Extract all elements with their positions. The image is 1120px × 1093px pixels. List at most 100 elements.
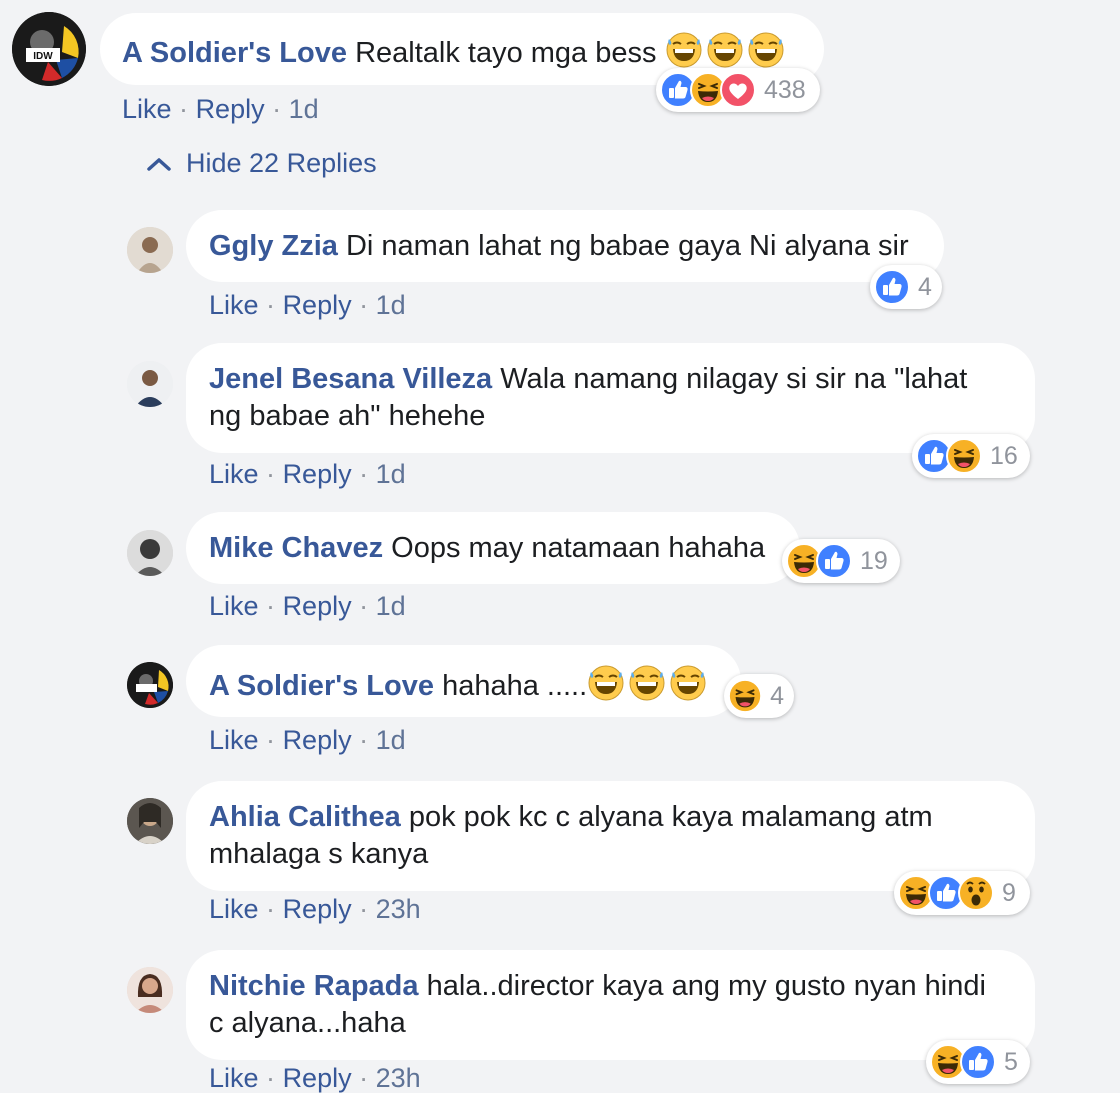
reply-author[interactable]: A Soldier's Love (209, 670, 434, 702)
reply-link[interactable]: Reply (283, 459, 352, 489)
like-link[interactable]: Like (209, 725, 259, 755)
reply-link[interactable]: Reply (283, 725, 352, 755)
timestamp[interactable]: 23h (376, 1063, 421, 1093)
reply-line: Jenel Besana Villeza Wala namang nilagay… (209, 361, 1035, 398)
reply-author[interactable]: Nitchie Rapada (209, 970, 419, 1002)
avatar[interactable]: IDW (12, 12, 86, 86)
reaction-count: 9 (1002, 878, 1016, 907)
like-link[interactable]: Like (209, 591, 259, 621)
separator: · (359, 591, 369, 621)
reaction-summary[interactable]: 9 (894, 871, 1030, 915)
reply-text-continued: ng babae ah" hehehe (209, 400, 486, 432)
avatar[interactable] (127, 530, 173, 576)
like-link[interactable]: Like (122, 94, 172, 124)
reaction-count: 16 (990, 441, 1018, 470)
like-link[interactable]: Like (209, 894, 259, 924)
reply-line: Nitchie Rapada hala..director kaya ang m… (209, 968, 1035, 1005)
separator: · (266, 290, 276, 320)
separator: · (266, 591, 276, 621)
reaction-count: 4 (918, 272, 932, 301)
reply-actions: Like · Reply · 1d (209, 591, 406, 621)
like-link[interactable]: Like (209, 459, 259, 489)
avatar-image (127, 798, 173, 844)
reply-link[interactable]: Reply (283, 290, 352, 320)
reaction-count: 4 (770, 681, 784, 710)
grinning-sweat-emoji (665, 30, 703, 68)
reply-link[interactable]: Reply (196, 94, 265, 124)
timestamp[interactable]: 1d (376, 459, 406, 489)
separator: · (266, 1063, 276, 1093)
like-link[interactable]: Like (209, 290, 259, 320)
avatar[interactable] (127, 798, 173, 844)
avatar-image (127, 662, 173, 708)
reply-text-continued: c alyana...haha (209, 1007, 406, 1039)
reply-actions: Like · Reply · 1d (209, 725, 406, 755)
reaction-summary[interactable]: 5 (926, 1040, 1030, 1084)
reply-author[interactable]: Mike Chavez (209, 532, 383, 564)
timestamp[interactable]: 1d (376, 591, 406, 621)
avatar-image (127, 967, 173, 1013)
reaction-summary[interactable]: 16 (912, 434, 1030, 478)
svg-text:IDW: IDW (33, 51, 53, 62)
avatar-image (127, 227, 173, 273)
like-link[interactable]: Like (209, 1063, 259, 1093)
reply-link[interactable]: Reply (283, 894, 352, 924)
reply-bubble: A Soldier's Love hahaha ..... (186, 645, 741, 717)
reaction-summary[interactable]: 4 (870, 265, 942, 309)
reply-bubble: Mike Chavez Oops may natamaan hahaha (186, 512, 800, 584)
avatar[interactable] (127, 361, 173, 407)
grinning-sweat-emoji (628, 663, 666, 701)
timestamp[interactable]: 1d (289, 94, 319, 124)
reply-link[interactable]: Reply (283, 1063, 352, 1093)
reaction-summary[interactable]: 438 (656, 68, 820, 112)
reaction-count: 438 (764, 75, 806, 104)
separator: · (359, 894, 369, 924)
avatar[interactable] (127, 227, 173, 273)
reply-line: Ahlia Calithea pok pok kc c alyana kaya … (209, 799, 1035, 836)
reply-text: Oops may natamaan hahaha (391, 532, 766, 564)
reply-author[interactable]: Jenel Besana Villeza (209, 363, 492, 395)
reply-bubble: Ggly Zzia Di naman lahat ng babae gaya N… (186, 210, 944, 282)
wow-icon (958, 875, 994, 911)
reaction-count: 19 (860, 546, 888, 575)
grinning-sweat-emoji (587, 663, 625, 701)
like-icon (874, 269, 910, 305)
like-icon (960, 1044, 996, 1080)
separator: · (359, 459, 369, 489)
avatar[interactable] (127, 662, 173, 708)
separator: · (266, 894, 276, 924)
reply-text: pok pok kc c alyana kaya malamang atm (408, 801, 933, 833)
hide-replies-toggle[interactable]: Hide 22 Replies (146, 148, 377, 179)
reply-text: Wala namang nilagay si sir na "lahat (500, 363, 968, 395)
reply-text: hahaha ..... (442, 670, 588, 702)
timestamp[interactable]: 1d (376, 290, 406, 320)
reply-author[interactable]: Ggly Zzia (209, 230, 338, 262)
avatar-image (127, 361, 173, 407)
timestamp[interactable]: 23h (376, 894, 421, 924)
comment-text: Realtalk tayo mga bess (355, 37, 657, 69)
grinning-sweat-emoji (706, 30, 744, 68)
avatar-image (127, 530, 173, 576)
reply-link[interactable]: Reply (283, 591, 352, 621)
love-icon (720, 72, 756, 108)
reaction-summary[interactable]: 4 (724, 674, 794, 718)
separator: · (359, 725, 369, 755)
haha-icon (946, 438, 982, 474)
haha-icon (728, 678, 762, 714)
reply-author[interactable]: Ahlia Calithea (209, 801, 401, 833)
reply-bubble: Nitchie Rapada hala..director kaya ang m… (186, 950, 1035, 1060)
reply-text: hala..director kaya ang my gusto nyan hi… (426, 970, 986, 1002)
comment-author[interactable]: A Soldier's Love (122, 37, 347, 69)
reaction-summary[interactable]: 19 (782, 539, 900, 583)
grinning-sweat-emoji (669, 663, 707, 701)
separator: · (359, 1063, 369, 1093)
timestamp[interactable]: 1d (376, 725, 406, 755)
avatar-image: IDW (12, 12, 86, 86)
separator: · (266, 459, 276, 489)
avatar[interactable] (127, 967, 173, 1013)
separator: · (359, 290, 369, 320)
reply-bubble: Jenel Besana Villeza Wala namang nilagay… (186, 343, 1035, 453)
grinning-sweat-emoji (747, 30, 785, 68)
hide-replies-label: Hide 22 Replies (186, 148, 377, 178)
chevron-up-icon (147, 157, 171, 171)
